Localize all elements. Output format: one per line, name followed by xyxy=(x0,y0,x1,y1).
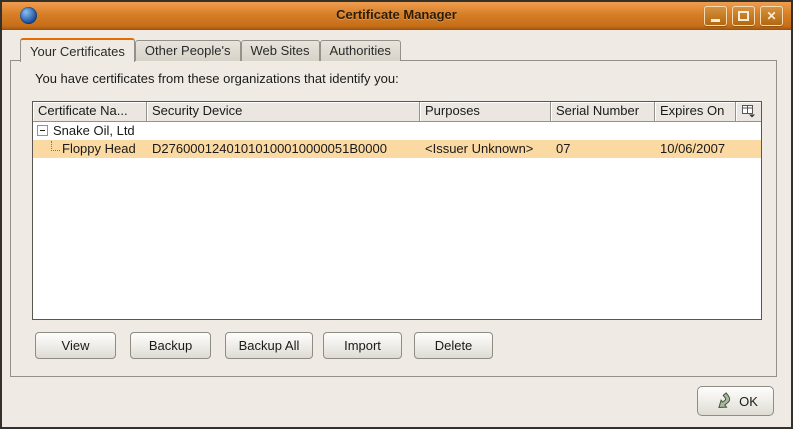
cell-purposes: <Issuer Unknown> xyxy=(425,140,533,158)
cell-serial-number: 07 xyxy=(556,140,570,158)
maximize-icon xyxy=(738,11,749,21)
view-button[interactable]: View xyxy=(35,332,116,359)
maximize-button[interactable] xyxy=(732,6,755,26)
backup-button[interactable]: Backup xyxy=(130,332,211,359)
close-icon: ✕ xyxy=(766,10,776,22)
tree-row-snake-oil[interactable]: Snake Oil, Ltd xyxy=(33,122,761,140)
description-text: You have certificates from these organiz… xyxy=(35,71,399,86)
minimize-icon xyxy=(711,19,720,22)
window-title: Certificate Manager xyxy=(2,7,791,22)
cell-security-device: D27600012401010100010000051B0000 xyxy=(152,140,387,158)
minimize-button[interactable] xyxy=(704,6,727,26)
column-picker-icon xyxy=(742,105,756,118)
column-header-purposes[interactable]: Purposes xyxy=(420,102,551,122)
cell-certificate-name: Floppy Head xyxy=(51,140,136,158)
column-header-expires-on[interactable]: Expires On xyxy=(655,102,736,122)
certificate-manager-window: Certificate Manager ✕ Your Certificates … xyxy=(0,0,793,429)
close-button[interactable]: ✕ xyxy=(760,6,783,26)
group-name: Snake Oil, Ltd xyxy=(53,123,135,138)
column-header-serial-number[interactable]: Serial Number xyxy=(551,102,655,122)
backup-all-button[interactable]: Backup All xyxy=(225,332,313,359)
tab-web-sites[interactable]: Web Sites xyxy=(241,40,320,61)
tab-authorities[interactable]: Authorities xyxy=(320,40,401,61)
column-header-security-device[interactable]: Security Device xyxy=(147,102,420,122)
collapse-expander-icon[interactable] xyxy=(37,125,48,136)
tree-row-floppy-head[interactable]: Floppy Head D27600012401010100010000051B… xyxy=(33,140,761,158)
column-picker-button[interactable] xyxy=(736,102,761,122)
certificates-table: Certificate Na... Security Device Purpos… xyxy=(32,101,762,320)
window-controls: ✕ xyxy=(704,6,783,26)
ok-button[interactable]: OK xyxy=(697,386,774,416)
table-header: Certificate Na... Security Device Purpos… xyxy=(33,102,761,122)
titlebar[interactable]: Certificate Manager ✕ xyxy=(2,2,791,30)
tab-other-peoples[interactable]: Other People's xyxy=(135,40,241,61)
import-button[interactable]: Import xyxy=(323,332,402,359)
tab-bar: Your Certificates Other People's Web Sit… xyxy=(20,38,401,61)
tree-elbow-icon xyxy=(51,141,60,151)
delete-button[interactable]: Delete xyxy=(414,332,493,359)
column-header-certificate-name[interactable]: Certificate Na... xyxy=(33,102,147,122)
ok-button-label: OK xyxy=(739,394,758,409)
tab-your-certificates[interactable]: Your Certificates xyxy=(20,38,135,62)
cell-expires-on: 10/06/2007 xyxy=(660,140,725,158)
ok-enter-arrow-icon xyxy=(713,391,735,411)
